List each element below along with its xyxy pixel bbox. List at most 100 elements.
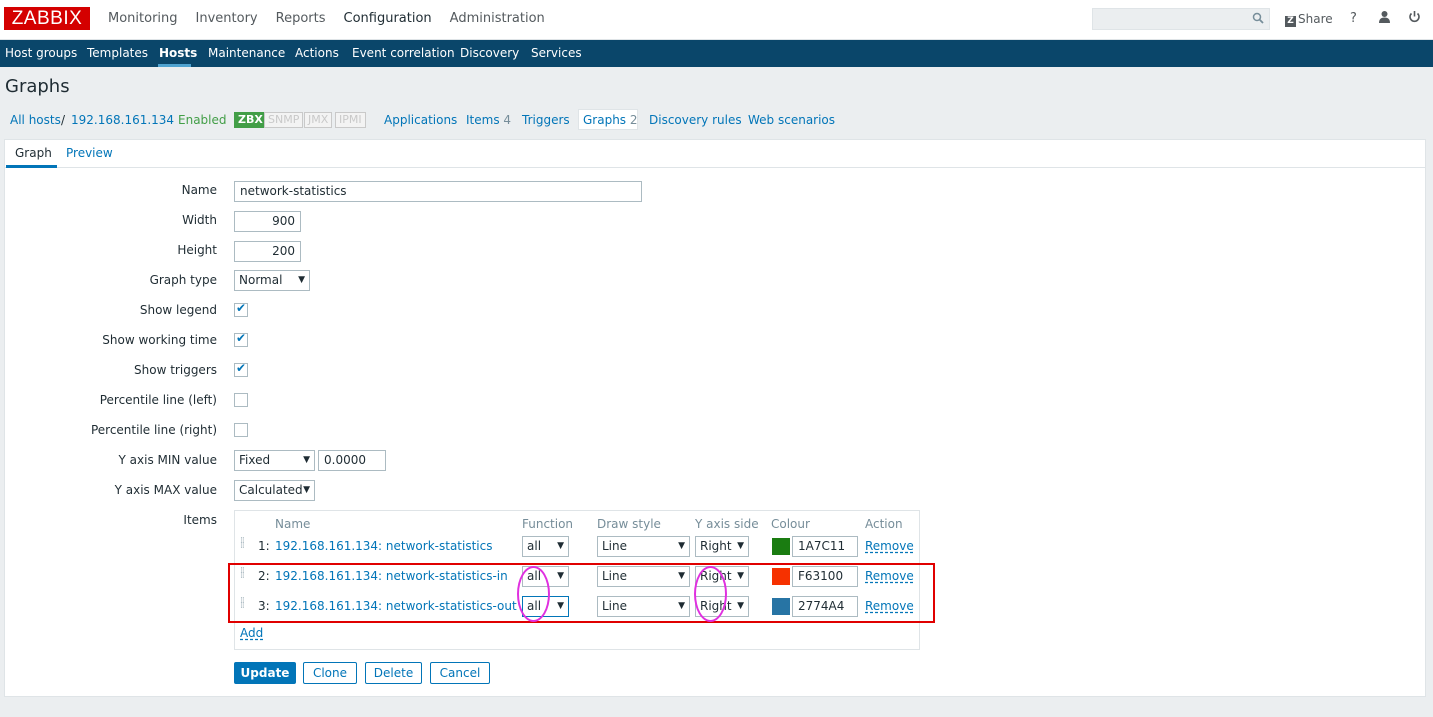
- graph-type-value: Normal: [239, 273, 283, 287]
- item-name-link[interactable]: 192.168.161.134: network-statistics: [275, 539, 492, 553]
- cancel-button[interactable]: Cancel: [430, 662, 490, 684]
- name-label: Name: [181, 183, 217, 197]
- ymin-label: Y axis MIN value: [118, 453, 217, 467]
- search-icon[interactable]: [1252, 12, 1264, 27]
- show-legend-label: Show legend: [139, 303, 217, 317]
- host-link[interactable]: 192.168.161.134: [71, 113, 174, 127]
- share-label: Share: [1298, 12, 1333, 26]
- menu-configuration[interactable]: Configuration: [344, 11, 432, 26]
- show-working-time-checkbox[interactable]: ✔: [234, 331, 248, 347]
- menu-monitoring[interactable]: Monitoring: [108, 11, 178, 26]
- column-header-y-axis-side: Y axis side: [695, 517, 759, 531]
- menu-reports[interactable]: Reports: [276, 11, 326, 26]
- zbx-badge: ZBX: [234, 112, 267, 128]
- percentile-right-checkbox[interactable]: [234, 423, 248, 437]
- items-count: 4: [503, 113, 512, 127]
- search-input[interactable]: [1092, 8, 1270, 30]
- host-status[interactable]: Enabled: [178, 113, 227, 127]
- y-axis-side-select[interactable]: Right ▼: [695, 536, 749, 557]
- checkmark-icon: ✔: [236, 331, 247, 345]
- ymax-type-select[interactable]: Calculated ▼: [234, 480, 315, 501]
- height-label: Height: [177, 243, 217, 257]
- colour-input[interactable]: 1A7C11: [792, 536, 858, 557]
- submenu-hosts[interactable]: Hosts: [159, 46, 197, 60]
- height-input[interactable]: 200: [234, 241, 301, 262]
- percentile-left-checkbox[interactable]: [234, 393, 248, 407]
- show-working-time-label: Show working time: [102, 333, 217, 347]
- column-header-colour: Colour: [771, 517, 810, 531]
- ymax-label: Y axis MAX value: [114, 483, 217, 497]
- submenu-templates[interactable]: Templates: [87, 46, 148, 60]
- user-icon[interactable]: [1378, 10, 1391, 27]
- width-label: Width: [182, 213, 217, 227]
- drag-handle-icon[interactable]: ⁞⁞ ⁞⁞: [240, 537, 246, 553]
- menu-inventory[interactable]: Inventory: [196, 11, 258, 26]
- highlight-ellipse-y-axis: [694, 566, 727, 622]
- percentile-left-label: Percentile line (left): [99, 393, 217, 407]
- submenu-host-groups[interactable]: Host groups: [5, 46, 77, 60]
- remove-link[interactable]: Remove: [865, 539, 914, 553]
- graphs-count: 2: [629, 113, 638, 127]
- question-icon[interactable]: ?: [1350, 11, 1357, 26]
- update-button[interactable]: Update: [234, 662, 296, 684]
- active-tab-indicator: [6, 165, 57, 168]
- items-link-label: Items: [466, 113, 500, 127]
- ymin-type-value: Fixed: [239, 453, 271, 467]
- tab-graph[interactable]: Graph: [15, 146, 52, 160]
- tab-preview[interactable]: Preview: [66, 146, 113, 160]
- ymin-type-select[interactable]: Fixed ▼: [234, 450, 315, 471]
- power-icon[interactable]: [1408, 10, 1421, 27]
- share-link[interactable]: Z Share: [1285, 12, 1333, 27]
- column-header-draw-style: Draw style: [597, 517, 661, 531]
- width-input[interactable]: 900: [234, 211, 301, 232]
- percentile-right-label: Percentile line (right): [90, 423, 217, 437]
- column-header-action: Action: [865, 517, 903, 531]
- y-axis-side-value: Right: [700, 539, 732, 553]
- breadcrumb-separator: /: [61, 113, 66, 127]
- all-hosts-link[interactable]: All hosts: [10, 113, 61, 127]
- ymax-type-value: Calculated: [239, 483, 303, 497]
- draw-style-select[interactable]: Line ▼: [597, 536, 690, 557]
- show-triggers-label: Show triggers: [134, 363, 217, 377]
- items-link[interactable]: Items 4: [466, 113, 511, 127]
- submenu-discovery[interactable]: Discovery: [460, 46, 519, 60]
- submenu-event-correlation[interactable]: Event correlation: [352, 46, 455, 60]
- submenu-services[interactable]: Services: [531, 46, 582, 60]
- discovery-rules-link[interactable]: Discovery rules: [649, 113, 742, 127]
- form-tabs: Graph Preview: [5, 140, 1425, 168]
- function-select[interactable]: all ▼: [522, 536, 569, 557]
- show-triggers-checkbox[interactable]: ✔: [234, 361, 248, 377]
- graphs-link-label: Graphs: [583, 113, 627, 127]
- triggers-link[interactable]: Triggers: [522, 113, 570, 127]
- page-title: Graphs: [5, 76, 70, 97]
- dropdown-arrow-icon: ▼: [557, 541, 564, 551]
- highlight-box: [228, 563, 935, 623]
- ipmi-badge: IPMI: [335, 112, 366, 128]
- main-menu: Monitoring Inventory Reports Configurati…: [108, 11, 563, 26]
- ymin-value-input[interactable]: 0.0000: [318, 450, 386, 471]
- submenu-actions[interactable]: Actions: [295, 46, 339, 60]
- applications-link[interactable]: Applications: [384, 113, 457, 127]
- dropdown-arrow-icon: ▼: [298, 275, 305, 285]
- add-item-link[interactable]: Add: [240, 626, 263, 640]
- graph-type-label: Graph type: [149, 273, 217, 287]
- graph-type-select[interactable]: Normal ▼: [234, 270, 310, 291]
- snmp-badge: SNMP: [264, 112, 304, 128]
- zabbix-logo[interactable]: ZABBIX: [4, 7, 90, 30]
- web-scenarios-link[interactable]: Web scenarios: [748, 113, 835, 127]
- show-legend-checkbox[interactable]: ✔: [234, 301, 248, 317]
- menu-administration[interactable]: Administration: [450, 11, 545, 26]
- jmx-badge: JMX: [304, 112, 333, 128]
- name-input[interactable]: network-statistics: [234, 181, 642, 202]
- delete-button[interactable]: Delete: [365, 662, 422, 684]
- share-icon: Z: [1285, 16, 1296, 27]
- colour-swatch[interactable]: [772, 538, 790, 555]
- column-header-name: Name: [275, 517, 311, 531]
- draw-style-value: Line: [602, 539, 628, 553]
- graphs-link[interactable]: Graphs 2: [583, 113, 638, 127]
- dropdown-arrow-icon: ▼: [303, 455, 310, 465]
- function-value: all: [527, 539, 542, 553]
- dropdown-arrow-icon: ▼: [303, 485, 310, 495]
- submenu-maintenance[interactable]: Maintenance: [208, 46, 285, 60]
- clone-button[interactable]: Clone: [303, 662, 357, 684]
